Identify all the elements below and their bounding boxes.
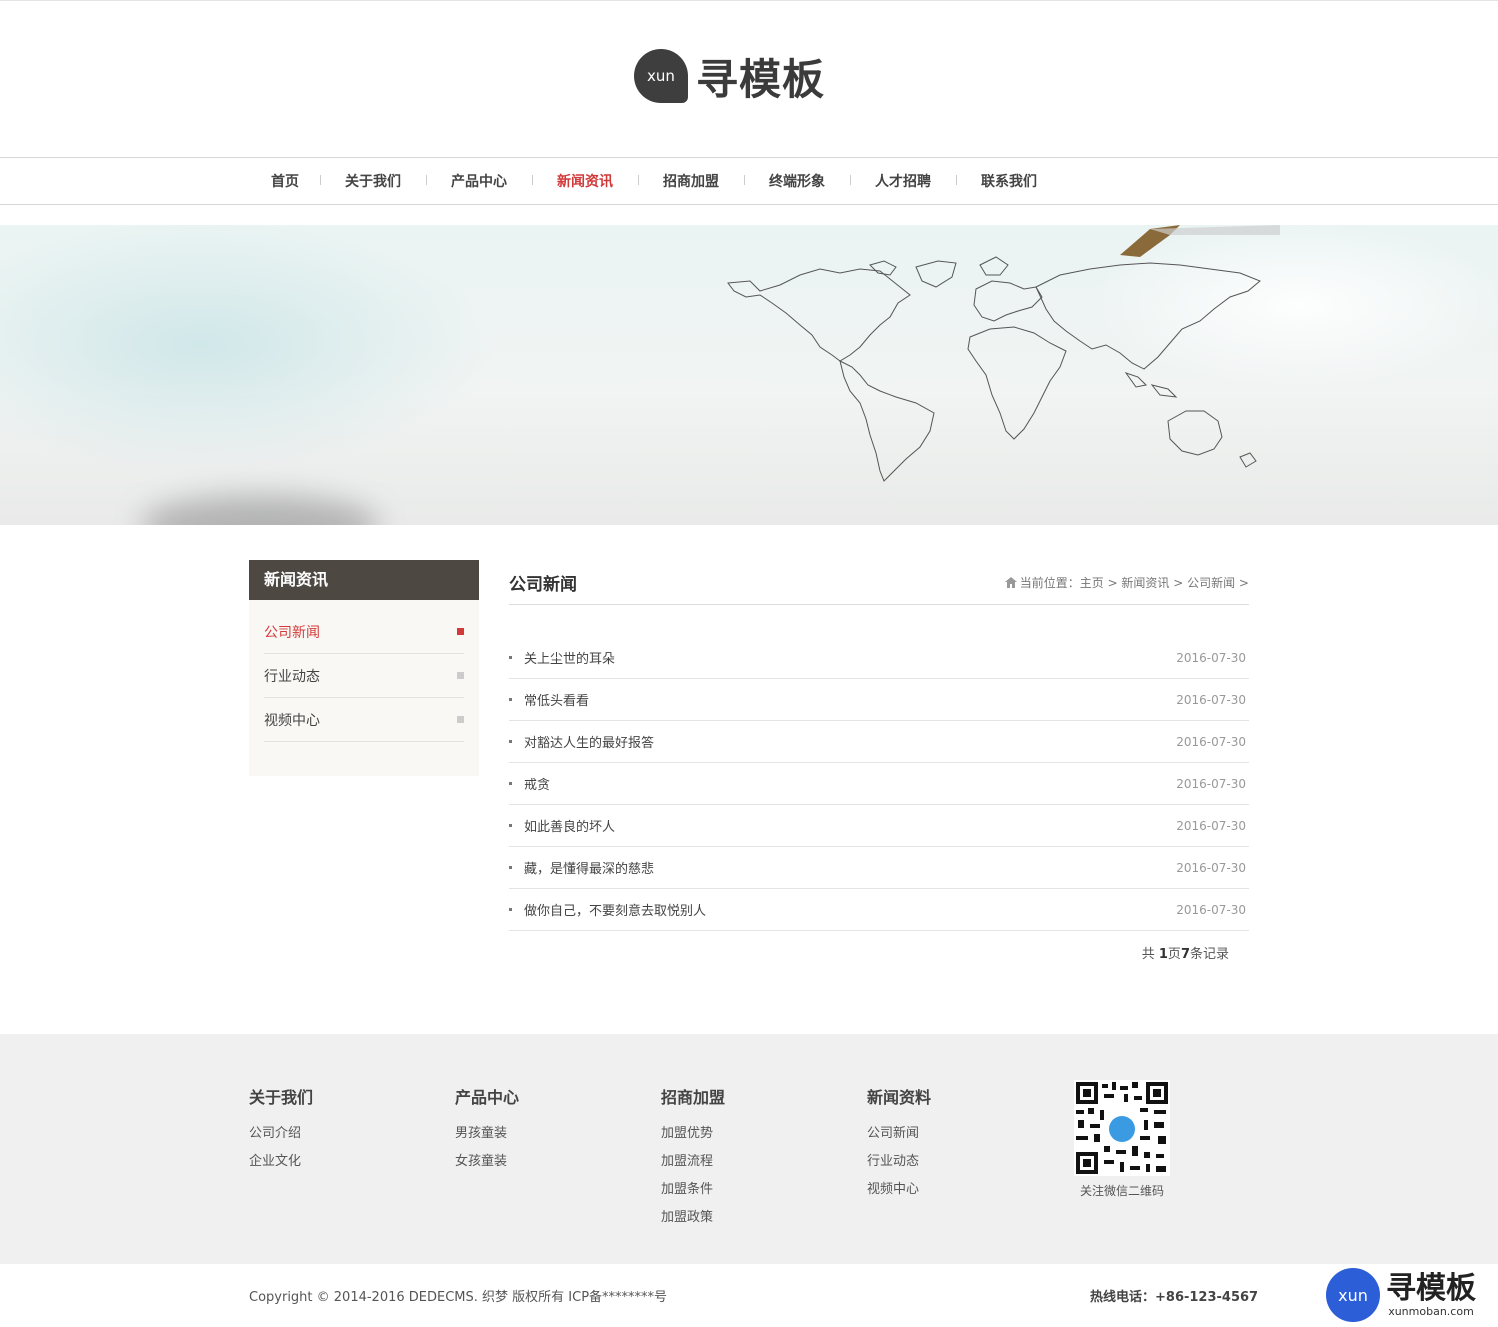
footer-link[interactable]: 女孩童装 [455,1148,519,1176]
news-item[interactable]: 做你自己，不要刻意去取悦别人 2016-07-30 [509,889,1249,931]
bullet-icon [509,740,512,743]
copyright: Copyright © 2014-2016 DEDECMS. 织梦 版权所有 I… [249,1290,668,1305]
news-date: 2016-07-30 [1176,734,1246,749]
square-bullet-icon [457,672,464,679]
footer-column-title: 产品中心 [455,1088,520,1107]
nav-item-home[interactable]: 首页 [250,171,320,191]
qr-code-icon [1074,1080,1170,1176]
square-bullet-icon [457,628,464,635]
news-title[interactable]: 戒贪 [524,774,550,793]
news-title[interactable]: 常低头看看 [524,690,589,709]
footer-link[interactable]: 加盟政策 [661,1204,725,1232]
qr-center-logo [1109,1116,1135,1142]
nav-item-about[interactable]: 关于我们 [320,171,426,191]
bullet-icon [509,908,512,911]
watermark-title: 寻模板 [1386,1270,1476,1306]
footer-link[interactable]: 加盟条件 [661,1176,725,1204]
footer-column-title: 招商加盟 [661,1088,726,1107]
sidebar-item-industry[interactable]: 行业动态 [264,654,464,698]
sidebar-item-company-news[interactable]: 公司新闻 [264,610,464,654]
sidebar: 新闻资讯 公司新闻 行业动态 视频中心 [249,560,479,776]
footer-column-products: 产品中心 男孩童装 女孩童装 [455,1084,519,1176]
news-date: 2016-07-30 [1176,902,1246,917]
news-date: 2016-07-30 [1176,692,1246,707]
bullet-icon [509,866,512,869]
news-date: 2016-07-30 [1176,650,1246,665]
sidebar-title: 新闻资讯 [249,560,479,600]
square-bullet-icon [457,716,464,723]
watermark-mark: xun [1326,1268,1380,1322]
footer-column-news: 新闻资料 公司新闻 行业动态 视频中心 [867,1084,931,1204]
footer-column-about: 关于我们 公司介绍 企业文化 [249,1084,313,1176]
logo-mark: xun [634,49,688,103]
sidebar-item-label: 视频中心 [264,712,320,729]
watermark-logo: xun 寻模板 xunmoban.com [1326,1268,1476,1322]
top-border [0,0,1498,1]
footer-link[interactable]: 加盟流程 [661,1148,725,1176]
qr-caption: 关注微信二维码 [1079,1184,1164,1198]
breadcrumb: 当前位置：主页 > 新闻资讯 > 公司新闻 > [1004,574,1249,591]
news-item[interactable]: 常低头看看 2016-07-30 [509,679,1249,721]
page-count: 1 [1158,947,1168,962]
footer-link[interactable]: 企业文化 [249,1148,313,1176]
world-map-illustration [727,225,1280,482]
news-item[interactable]: 对豁达人生的最好报答 2016-07-30 [509,721,1249,763]
footer: 关于我们 公司介绍 企业文化 产品中心 男孩童装 女孩童装 招商加盟 加盟优势 … [0,1034,1498,1264]
news-date: 2016-07-30 [1176,776,1246,791]
footer-link[interactable]: 公司介绍 [249,1120,313,1148]
main-nav: 首页 关于我们 产品中心 新闻资讯 招商加盟 终端形象 人才招聘 联系我们 [0,157,1498,205]
footer-link[interactable]: 行业动态 [867,1148,931,1176]
footer-link[interactable]: 男孩童装 [455,1120,519,1148]
hotline: 热线电话：+86-123-4567 [1090,1290,1259,1305]
news-date: 2016-07-30 [1176,818,1246,833]
page-title: 公司新闻 [509,574,577,595]
footer-column-title: 关于我们 [249,1088,314,1107]
news-date: 2016-07-30 [1176,860,1246,875]
nav-item-news[interactable]: 新闻资讯 [532,171,638,191]
footer-link[interactable]: 加盟优势 [661,1120,725,1148]
bullet-icon [509,656,512,659]
nav-item-terminal[interactable]: 终端形象 [744,171,850,191]
footer-column-title: 新闻资料 [867,1088,932,1107]
news-title[interactable]: 对豁达人生的最好报答 [524,732,654,751]
nav-item-franchise[interactable]: 招商加盟 [638,171,744,191]
news-item[interactable]: 藏，是懂得最深的慈悲 2016-07-30 [509,847,1249,889]
footer-link[interactable]: 公司新闻 [867,1120,931,1148]
record-count: 7 [1180,947,1190,962]
banner-image [0,225,1498,525]
news-item[interactable]: 戒贪 2016-07-30 [509,763,1249,805]
home-icon [1004,576,1017,588]
sidebar-item-label: 行业动态 [264,668,320,685]
news-title[interactable]: 藏，是懂得最深的慈悲 [524,858,654,877]
breadcrumb-text[interactable]: 当前位置：主页 > 新闻资讯 > 公司新闻 > [1020,574,1249,591]
pagination-info: 共 1页7条记录 [1141,947,1229,962]
watermark-url: xunmoban.com [1388,1304,1474,1318]
footer-link[interactable]: 视频中心 [867,1176,931,1204]
nav-item-products[interactable]: 产品中心 [426,171,532,191]
wechat-qr: 关注微信二维码 [1074,1080,1170,1199]
news-title[interactable]: 做你自己，不要刻意去取悦别人 [524,900,706,919]
news-item[interactable]: 如此善良的坏人 2016-07-30 [509,805,1249,847]
news-title[interactable]: 关上尘世的耳朵 [524,648,615,667]
nav-item-contact[interactable]: 联系我们 [956,171,1062,191]
sidebar-item-label: 公司新闻 [264,624,320,641]
bullet-icon [509,824,512,827]
news-list: 关上尘世的耳朵 2016-07-30 常低头看看 2016-07-30 对豁达人… [509,637,1249,931]
footer-column-franchise: 招商加盟 加盟优势 加盟流程 加盟条件 加盟政策 [661,1084,725,1232]
news-title[interactable]: 如此善良的坏人 [524,816,615,835]
main-content: 公司新闻 当前位置：主页 > 新闻资讯 > 公司新闻 > 关上尘世的耳朵 201… [509,560,1249,962]
logo-text: 寻模板 [696,54,826,104]
news-item[interactable]: 关上尘世的耳朵 2016-07-30 [509,637,1249,679]
bullet-icon [509,698,512,701]
site-logo[interactable]: xun 寻模板 [634,48,825,104]
sidebar-item-video[interactable]: 视频中心 [264,698,464,742]
nav-item-careers[interactable]: 人才招聘 [850,171,956,191]
bullet-icon [509,782,512,785]
